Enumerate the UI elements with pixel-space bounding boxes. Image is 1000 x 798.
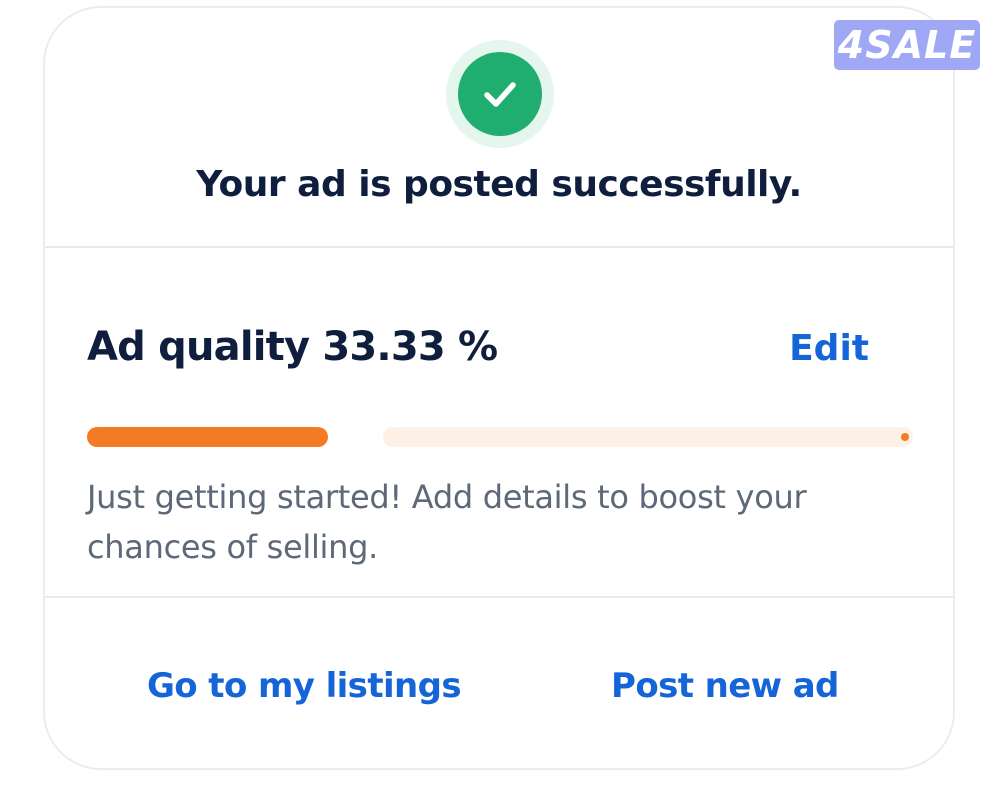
- brand-watermark-logo: 4SALE: [834, 20, 980, 70]
- edit-button[interactable]: Edit: [789, 328, 869, 369]
- post-new-ad-button[interactable]: Post new ad: [611, 666, 839, 706]
- check-circle-icon: [458, 52, 542, 136]
- success-section: Your ad is posted successfully.: [45, 8, 953, 246]
- success-title: Your ad is posted successfully.: [196, 164, 802, 205]
- divider-bottom: [45, 596, 953, 598]
- success-icon-halo: [446, 40, 554, 148]
- progress-fill: [87, 427, 328, 447]
- progress-end-dot: [901, 433, 909, 441]
- ad-quality-progress-bar: [87, 427, 913, 447]
- ad-quality-title: Ad quality 33.33 %: [87, 324, 498, 370]
- progress-track: [383, 427, 913, 447]
- checkmark-icon: [484, 82, 516, 107]
- ad-posted-card: Your ad is posted successfully. Ad quali…: [43, 6, 955, 770]
- divider-top: [45, 246, 953, 248]
- ad-quality-hint: Just getting started! Add details to boo…: [87, 478, 807, 566]
- go-to-listings-button[interactable]: Go to my listings: [147, 666, 462, 706]
